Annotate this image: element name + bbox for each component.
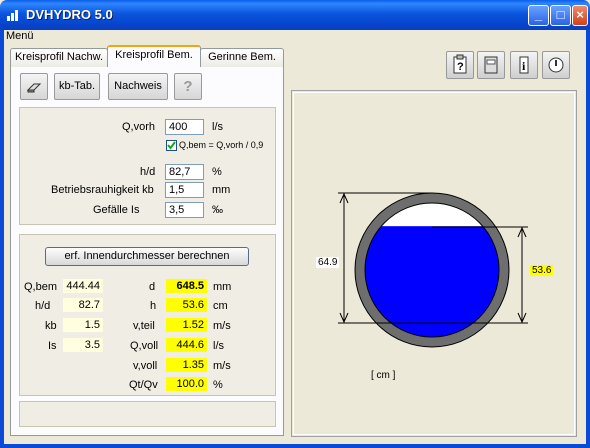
qbem-value: 444.44 bbox=[63, 279, 103, 293]
maximize-icon[interactable]: □ bbox=[550, 5, 571, 26]
app-icon bbox=[6, 8, 20, 22]
qbem-checkbox-label: Q,bem = Q,vorh / 0,9 bbox=[179, 140, 264, 150]
qvorh-unit: l/s bbox=[212, 121, 223, 133]
ls-label: Gefälle Is bbox=[93, 204, 140, 216]
d-value: 648.5 bbox=[166, 279, 207, 293]
clipboard-help-button[interactable]: ? bbox=[446, 51, 474, 79]
qtqv-value: 100.0 bbox=[166, 377, 207, 391]
vteil-unit: m/s bbox=[213, 320, 231, 332]
calc-diameter-button[interactable]: erf. Innendurchmesser berechnen bbox=[45, 247, 249, 266]
tab-gerinne-bemessung[interactable]: Gerinne Bem. bbox=[200, 48, 284, 67]
h-label: h bbox=[150, 300, 157, 312]
vvoll-value: 1.35 bbox=[166, 358, 207, 372]
vteil-label: v,teil bbox=[133, 320, 155, 332]
qtqv-label: Qt/Qv bbox=[129, 379, 158, 391]
kb-result-value: 1.5 bbox=[63, 318, 103, 332]
hd-result-label: h/d bbox=[35, 300, 51, 312]
vvoll-unit: m/s bbox=[213, 360, 231, 372]
diameter-label: 64.9 bbox=[316, 257, 340, 268]
panel-icon bbox=[484, 56, 498, 74]
hd-result-value: 82.7 bbox=[63, 298, 103, 312]
status-group bbox=[19, 401, 276, 427]
vteil-value: 1.52 bbox=[166, 318, 207, 332]
kb-result-label: kb bbox=[45, 320, 57, 332]
hd-unit: % bbox=[212, 166, 222, 178]
qvoll-unit: l/s bbox=[213, 340, 224, 352]
info-icon: i bbox=[519, 56, 529, 74]
window-border bbox=[586, 30, 590, 448]
vvoll-label: v,voll bbox=[133, 360, 158, 372]
ls-result-value: 3.5 bbox=[63, 338, 103, 352]
minimize-icon[interactable]: _ bbox=[528, 5, 549, 26]
hd-label: h/d bbox=[140, 166, 156, 178]
kb-input[interactable]: 1,5 bbox=[165, 182, 204, 198]
info-button[interactable]: i bbox=[510, 51, 538, 79]
power-icon bbox=[548, 57, 564, 73]
qvoll-label: Q,voll bbox=[130, 340, 159, 352]
kb-label: Betriebsrauhigkeit kb bbox=[51, 184, 154, 196]
qvoll-value: 444.6 bbox=[166, 338, 207, 352]
height-label: 53.6 bbox=[530, 265, 554, 276]
close-icon[interactable]: × bbox=[572, 5, 588, 26]
eraser-icon bbox=[26, 83, 42, 93]
water-fill bbox=[365, 226, 499, 337]
window-title: DVHYDRO 5.0 bbox=[26, 7, 113, 22]
ls-result-label: Is bbox=[48, 340, 57, 352]
kb-unit: mm bbox=[212, 184, 231, 196]
hd-input[interactable]: 82,7 bbox=[165, 164, 204, 180]
window-border bbox=[0, 444, 590, 448]
qbem-checkbox[interactable] bbox=[166, 140, 177, 151]
exit-button[interactable] bbox=[542, 51, 570, 79]
panel-button[interactable] bbox=[477, 51, 505, 79]
unit-label: [ cm ] bbox=[371, 370, 396, 381]
kb-table-button[interactable]: kb-Tab. bbox=[54, 73, 100, 100]
clear-button[interactable] bbox=[20, 73, 48, 100]
tab-kreisprofil-nachweis[interactable]: Kreisprofil Nachw. bbox=[10, 48, 108, 67]
window-border bbox=[0, 30, 4, 448]
checkmark-icon bbox=[167, 141, 176, 150]
menu-bar: Menü bbox=[0, 30, 590, 44]
h-value: 53.6 bbox=[166, 298, 207, 312]
menu-item[interactable]: Menü bbox=[6, 30, 34, 42]
ls-unit: ‰ bbox=[212, 204, 223, 216]
qvorh-label: Q,vorh bbox=[122, 121, 156, 133]
d-label: d bbox=[149, 281, 156, 293]
h-unit: cm bbox=[213, 300, 228, 312]
help-button[interactable]: ? bbox=[174, 73, 202, 100]
d-unit: mm bbox=[213, 281, 232, 293]
ls-input[interactable]: 3,5 bbox=[165, 202, 204, 218]
clipboard-help-icon: ? bbox=[453, 54, 467, 74]
qtqv-unit: % bbox=[213, 379, 223, 391]
qbem-label: Q,bem bbox=[24, 281, 58, 293]
tab-kreisprofil-bemessung[interactable]: Kreisprofil Bem. bbox=[107, 45, 201, 67]
qvorh-input[interactable]: 400 bbox=[165, 119, 204, 135]
svg-text:?: ? bbox=[457, 61, 464, 73]
nachweis-button[interactable]: Nachweis bbox=[108, 73, 168, 100]
